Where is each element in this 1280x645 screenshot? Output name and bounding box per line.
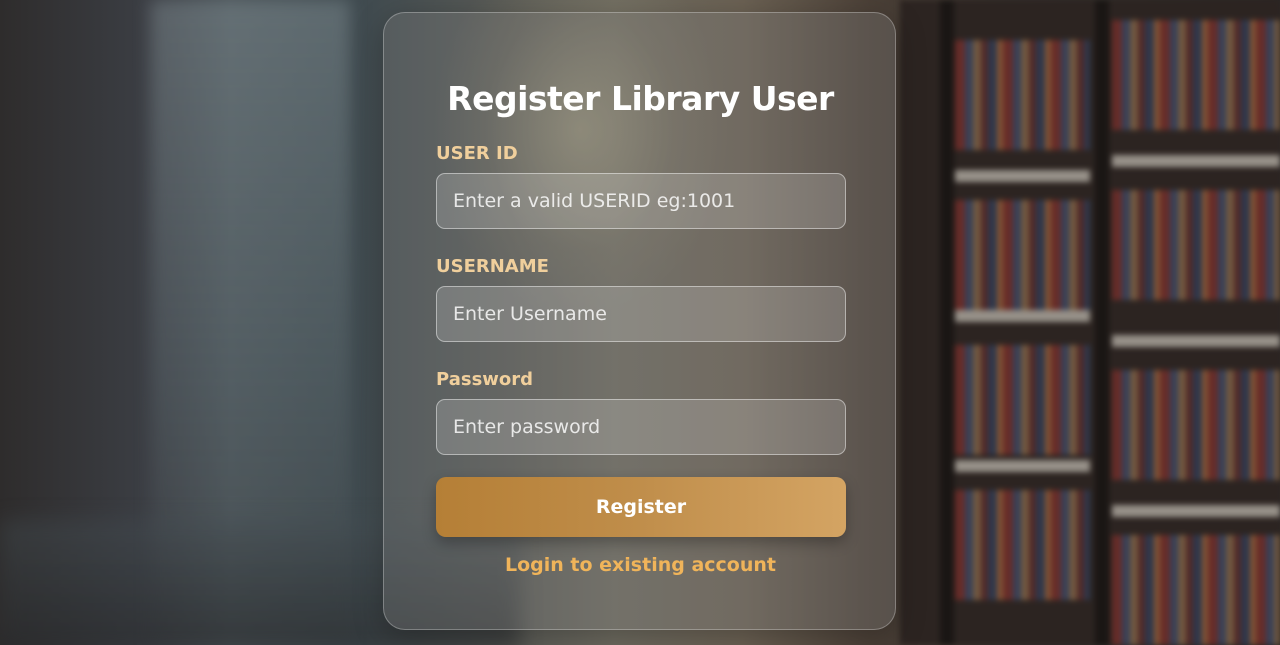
shelf-books [1112, 535, 1280, 645]
background-bookshelf [900, 0, 1280, 645]
shelf-board [1112, 155, 1280, 167]
shelf-books [955, 200, 1090, 310]
register-card: Register Library User USER ID USERNAME P… [383, 12, 896, 630]
shelf-post [940, 0, 954, 645]
shelf-board [1112, 335, 1280, 347]
password-label: Password [436, 369, 534, 390]
password-input[interactable] [436, 399, 846, 455]
login-link[interactable]: Login to existing account [384, 554, 897, 576]
shelf-board [955, 310, 1090, 322]
page-title: Register Library User [447, 79, 834, 118]
username-input[interactable] [436, 286, 846, 342]
user-id-input[interactable] [436, 173, 846, 229]
shelf-books [1112, 20, 1280, 130]
shelf-board [955, 170, 1090, 182]
shelf-books [955, 40, 1090, 150]
shelf-board [1112, 505, 1280, 517]
user-id-label: USER ID [436, 143, 518, 164]
register-button[interactable]: Register [436, 477, 846, 537]
shelf-board [955, 460, 1090, 472]
shelf-books [955, 345, 1090, 455]
username-label: USERNAME [436, 256, 549, 277]
shelf-books [955, 490, 1090, 600]
shelf-books [1112, 190, 1280, 300]
shelf-books [1112, 370, 1280, 480]
shelf-post [1095, 0, 1109, 645]
